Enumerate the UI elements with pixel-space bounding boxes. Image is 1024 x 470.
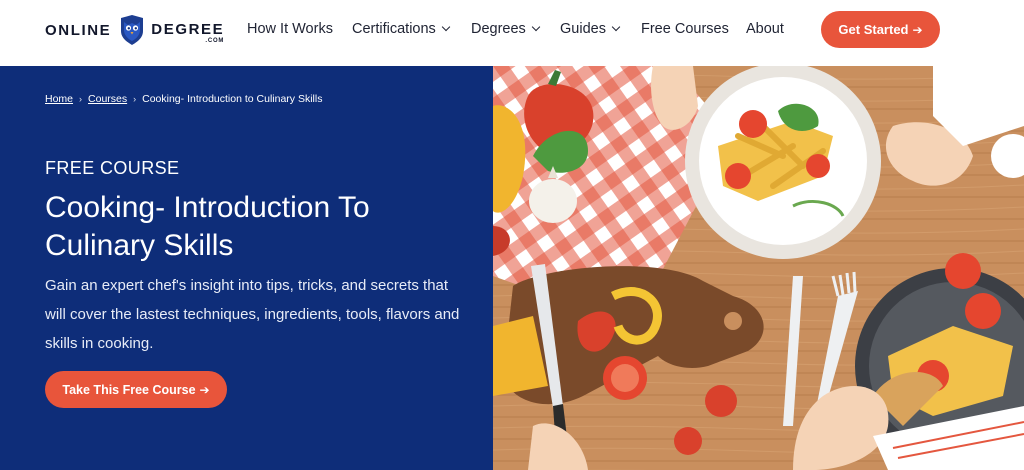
cooking-illustration bbox=[493, 66, 1024, 470]
chevron-down-icon bbox=[611, 22, 621, 32]
nav-label: Degrees bbox=[471, 21, 526, 37]
course-description: Gain an expert chef's insight into tips,… bbox=[45, 277, 460, 352]
take-course-label: Take This Free Course bbox=[62, 382, 196, 397]
nav-free-courses[interactable]: Free Courses bbox=[641, 21, 729, 37]
owl-shield-icon bbox=[121, 15, 144, 45]
arrow-right-icon: ➔ bbox=[912, 22, 923, 37]
get-started-label: Get Started bbox=[838, 22, 909, 37]
tomato-slice-inner bbox=[611, 364, 639, 392]
breadcrumb: Home › Courses › Cooking- Introduction t… bbox=[45, 93, 322, 105]
nav-how-it-works[interactable]: How It Works bbox=[247, 21, 333, 37]
chevron-down-icon bbox=[441, 22, 451, 32]
hero-panel: Home › Courses › Cooking- Introduction t… bbox=[0, 66, 493, 470]
logo-word-right-wrap: DEGREE .COM bbox=[151, 21, 225, 44]
chevron-right-icon: › bbox=[133, 94, 137, 104]
site-header: ONLINE DEGREE .COM How It Works Certific… bbox=[0, 0, 1024, 66]
page-title: Cooking- Introduction To Culinary Skills bbox=[45, 191, 370, 262]
nav-about[interactable]: About bbox=[746, 21, 784, 37]
take-course-button[interactable]: Take This Free Course ➔ bbox=[45, 371, 227, 408]
cooking-illustration-svg bbox=[493, 66, 1024, 470]
arrow-right-icon: ➔ bbox=[199, 382, 210, 397]
logo-word-right: DEGREE bbox=[151, 21, 225, 38]
nav-certifications[interactable]: Certifications bbox=[352, 21, 451, 37]
cherry-tomato bbox=[674, 427, 702, 455]
nav-label: Certifications bbox=[352, 21, 436, 37]
breadcrumb-home-link[interactable]: Home bbox=[45, 93, 73, 105]
cherry-tomato bbox=[705, 385, 737, 417]
nav-label: Free Courses bbox=[641, 21, 729, 37]
chevron-down-icon bbox=[531, 22, 541, 32]
breadcrumb-courses-link[interactable]: Courses bbox=[88, 93, 127, 105]
nav-label: How It Works bbox=[247, 21, 333, 37]
nav-label: About bbox=[746, 21, 784, 37]
nav-guides[interactable]: Guides bbox=[560, 21, 621, 37]
breadcrumb-current: Cooking- Introduction to Culinary Skills bbox=[142, 93, 323, 105]
get-started-button[interactable]: Get Started ➔ bbox=[821, 11, 940, 48]
nav-degrees[interactable]: Degrees bbox=[471, 21, 541, 37]
logo-word-left: ONLINE bbox=[45, 21, 112, 39]
site-logo[interactable]: ONLINE DEGREE .COM bbox=[45, 13, 224, 47]
chevron-right-icon: › bbox=[79, 94, 83, 104]
logo-suffix: .COM bbox=[205, 38, 225, 44]
course-type-label: FREE COURSE bbox=[45, 158, 180, 178]
pasta-plate bbox=[685, 66, 881, 259]
nav-label: Guides bbox=[560, 21, 606, 37]
